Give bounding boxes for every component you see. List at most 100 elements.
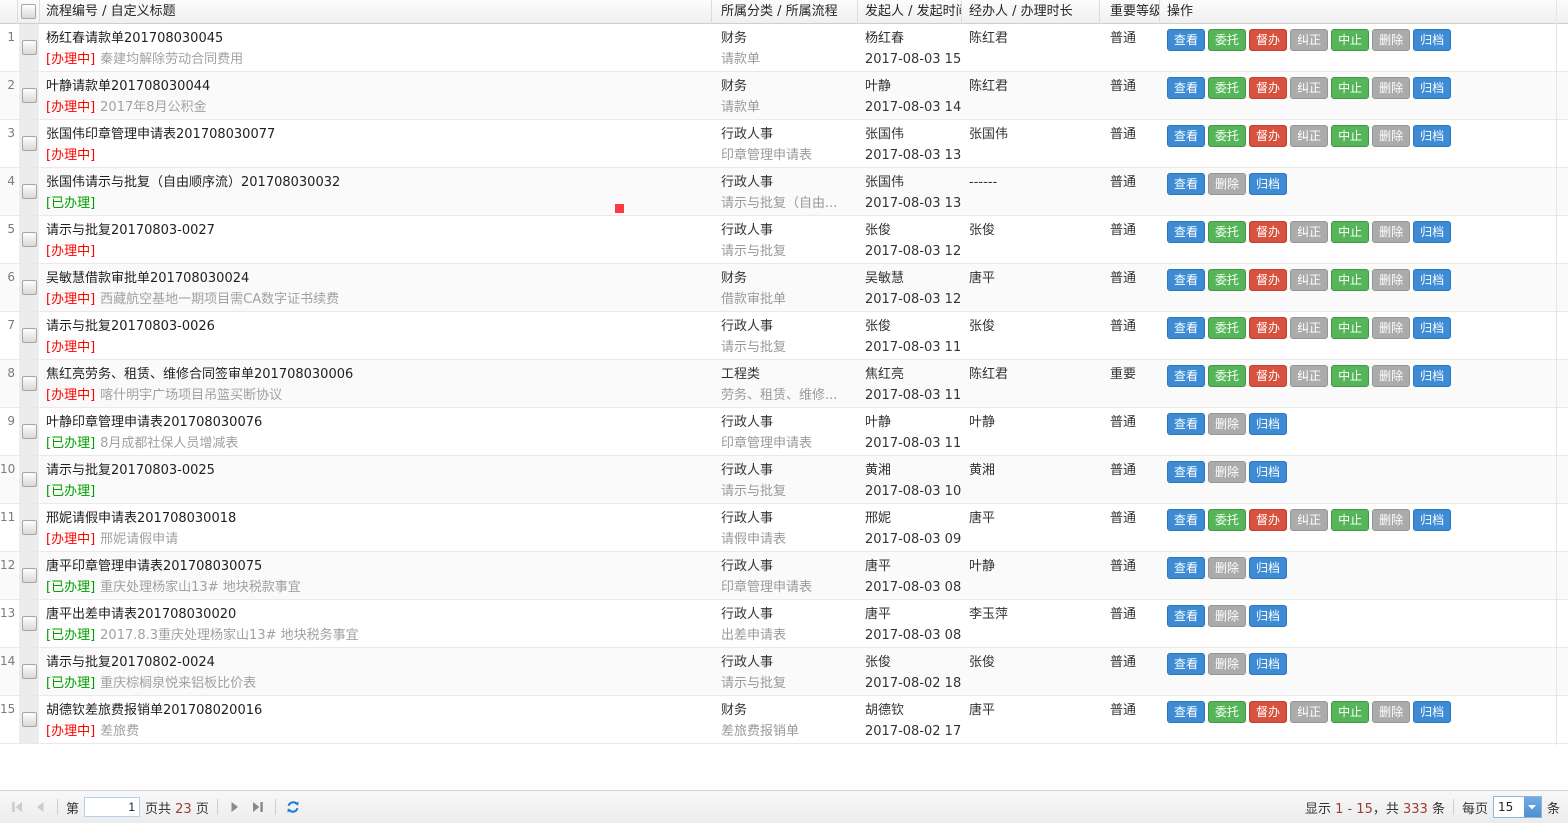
- table-row[interactable]: 12 唐平印章管理申请表201708030075 [已办理]重庆处理杨家山13#…: [0, 552, 1568, 600]
- delete-button[interactable]: 删除: [1372, 77, 1410, 99]
- row-checkbox[interactable]: [22, 616, 37, 631]
- row-checkbox[interactable]: [22, 424, 37, 439]
- view-button[interactable]: 查看: [1167, 701, 1205, 723]
- suspend-button[interactable]: 中止: [1331, 365, 1369, 387]
- table-row[interactable]: 15 胡德钦差旅费报销单201708020016 [办理中]差旅费 财务 差旅费…: [0, 696, 1568, 744]
- first-page-button[interactable]: [8, 798, 26, 816]
- view-button[interactable]: 查看: [1167, 269, 1205, 291]
- supervise-button[interactable]: 督办: [1249, 269, 1287, 291]
- row-checkbox[interactable]: [22, 88, 37, 103]
- page-number-input[interactable]: [84, 797, 140, 817]
- archive-button[interactable]: 归档: [1413, 221, 1451, 243]
- table-row[interactable]: 13 唐平出差申请表201708030020 [已办理]2017.8.3重庆处理…: [0, 600, 1568, 648]
- table-row[interactable]: 1 杨红春请款单201708030045 [办理中]秦建均解除劳动合同费用 财务…: [0, 24, 1568, 72]
- table-row[interactable]: 6 吴敏慧借款审批单201708030024 [办理中]西藏航空基地一期项目需C…: [0, 264, 1568, 312]
- row-checkbox[interactable]: [22, 136, 37, 151]
- delegate-button[interactable]: 委托: [1208, 29, 1246, 51]
- supervise-button[interactable]: 督办: [1249, 29, 1287, 51]
- table-row[interactable]: 9 叶静印章管理申请表201708030076 [已办理]8月成都社保人员增减表…: [0, 408, 1568, 456]
- correct-button[interactable]: 纠正: [1290, 269, 1328, 291]
- archive-button[interactable]: 归档: [1249, 605, 1287, 627]
- view-button[interactable]: 查看: [1167, 29, 1205, 51]
- select-all-checkbox[interactable]: [21, 4, 36, 19]
- delete-button[interactable]: 删除: [1208, 173, 1246, 195]
- archive-button[interactable]: 归档: [1413, 509, 1451, 531]
- correct-button[interactable]: 纠正: [1290, 509, 1328, 531]
- table-row[interactable]: 4 张国伟请示与批复（自由顺序流）201708030032 [已办理] 行政人事…: [0, 168, 1568, 216]
- row-checkbox[interactable]: [22, 40, 37, 55]
- delete-button[interactable]: 删除: [1372, 221, 1410, 243]
- table-row[interactable]: 5 请示与批复20170803-0027 [办理中] 行政人事 请示与批复 张俊…: [0, 216, 1568, 264]
- view-button[interactable]: 查看: [1167, 221, 1205, 243]
- row-checkbox[interactable]: [22, 712, 37, 727]
- table-row[interactable]: 8 焦红亮劳务、租赁、维修合同签审单201708030006 [办理中]喀什明宇…: [0, 360, 1568, 408]
- per-page-select[interactable]: 15: [1493, 796, 1542, 818]
- row-checkbox[interactable]: [22, 184, 37, 199]
- archive-button[interactable]: 归档: [1413, 365, 1451, 387]
- table-row[interactable]: 11 邢妮请假申请表201708030018 [办理中]邢妮请假申请 行政人事 …: [0, 504, 1568, 552]
- delete-button[interactable]: 删除: [1372, 317, 1410, 339]
- delete-button[interactable]: 删除: [1372, 269, 1410, 291]
- suspend-button[interactable]: 中止: [1331, 509, 1369, 531]
- correct-button[interactable]: 纠正: [1290, 29, 1328, 51]
- view-button[interactable]: 查看: [1167, 413, 1205, 435]
- archive-button[interactable]: 归档: [1249, 557, 1287, 579]
- delete-button[interactable]: 删除: [1208, 557, 1246, 579]
- view-button[interactable]: 查看: [1167, 605, 1205, 627]
- archive-button[interactable]: 归档: [1249, 173, 1287, 195]
- delete-button[interactable]: 删除: [1372, 365, 1410, 387]
- archive-button[interactable]: 归档: [1249, 413, 1287, 435]
- delete-button[interactable]: 删除: [1372, 509, 1410, 531]
- last-page-button[interactable]: [249, 798, 267, 816]
- table-row[interactable]: 3 张国伟印章管理申请表201708030077 [办理中] 行政人事 印章管理…: [0, 120, 1568, 168]
- delegate-button[interactable]: 委托: [1208, 317, 1246, 339]
- archive-button[interactable]: 归档: [1413, 77, 1451, 99]
- correct-button[interactable]: 纠正: [1290, 125, 1328, 147]
- suspend-button[interactable]: 中止: [1331, 221, 1369, 243]
- delete-button[interactable]: 删除: [1208, 653, 1246, 675]
- view-button[interactable]: 查看: [1167, 653, 1205, 675]
- view-button[interactable]: 查看: [1167, 317, 1205, 339]
- archive-button[interactable]: 归档: [1413, 317, 1451, 339]
- correct-button[interactable]: 纠正: [1290, 365, 1328, 387]
- supervise-button[interactable]: 督办: [1249, 221, 1287, 243]
- delete-button[interactable]: 删除: [1208, 413, 1246, 435]
- refresh-button[interactable]: [284, 798, 302, 816]
- correct-button[interactable]: 纠正: [1290, 701, 1328, 723]
- row-checkbox[interactable]: [22, 232, 37, 247]
- delete-button[interactable]: 删除: [1208, 605, 1246, 627]
- supervise-button[interactable]: 督办: [1249, 125, 1287, 147]
- delegate-button[interactable]: 委托: [1208, 77, 1246, 99]
- view-button[interactable]: 查看: [1167, 557, 1205, 579]
- view-button[interactable]: 查看: [1167, 173, 1205, 195]
- delegate-button[interactable]: 委托: [1208, 221, 1246, 243]
- row-checkbox[interactable]: [22, 520, 37, 535]
- row-checkbox[interactable]: [22, 328, 37, 343]
- next-page-button[interactable]: [226, 798, 244, 816]
- view-button[interactable]: 查看: [1167, 125, 1205, 147]
- correct-button[interactable]: 纠正: [1290, 221, 1328, 243]
- view-button[interactable]: 查看: [1167, 509, 1205, 531]
- delegate-button[interactable]: 委托: [1208, 269, 1246, 291]
- row-checkbox[interactable]: [22, 568, 37, 583]
- row-checkbox[interactable]: [22, 280, 37, 295]
- view-button[interactable]: 查看: [1167, 461, 1205, 483]
- delete-button[interactable]: 删除: [1208, 461, 1246, 483]
- suspend-button[interactable]: 中止: [1331, 125, 1369, 147]
- correct-button[interactable]: 纠正: [1290, 317, 1328, 339]
- suspend-button[interactable]: 中止: [1331, 29, 1369, 51]
- delegate-button[interactable]: 委托: [1208, 509, 1246, 531]
- supervise-button[interactable]: 督办: [1249, 317, 1287, 339]
- delegate-button[interactable]: 委托: [1208, 701, 1246, 723]
- table-row[interactable]: 14 请示与批复20170802-0024 [已办理]重庆棕榈泉悦来铝板比价表 …: [0, 648, 1568, 696]
- row-checkbox[interactable]: [22, 376, 37, 391]
- archive-button[interactable]: 归档: [1249, 653, 1287, 675]
- delegate-button[interactable]: 委托: [1208, 365, 1246, 387]
- archive-button[interactable]: 归档: [1413, 125, 1451, 147]
- suspend-button[interactable]: 中止: [1331, 269, 1369, 291]
- table-row[interactable]: 2 叶静请款单201708030044 [办理中]2017年8月公积金 财务 请…: [0, 72, 1568, 120]
- supervise-button[interactable]: 督办: [1249, 77, 1287, 99]
- prev-page-button[interactable]: [31, 798, 49, 816]
- view-button[interactable]: 查看: [1167, 365, 1205, 387]
- supervise-button[interactable]: 督办: [1249, 365, 1287, 387]
